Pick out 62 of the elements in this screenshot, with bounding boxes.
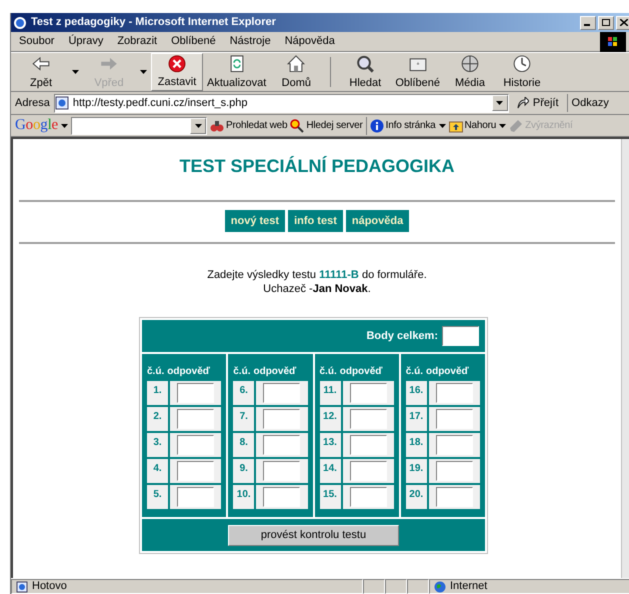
menu-item[interactable]: Oblíbené — [171, 33, 216, 50]
page-heading: TEST SPECIÁLNÍ PEDAGOGIKA — [179, 155, 455, 178]
toolbar-button[interactable]: Historie — [496, 53, 548, 91]
column-header: č.ú. — [406, 365, 423, 379]
column-header: č.ú. — [233, 365, 250, 379]
column-header: č.ú. — [147, 365, 164, 379]
question-number: 19. — [406, 459, 427, 483]
google-logo: Google — [15, 118, 58, 133]
menu-item[interactable]: Nástroje — [230, 33, 271, 50]
column-header: odpověď — [340, 365, 382, 379]
question-number: 8. — [233, 433, 254, 457]
question-number: 11. — [320, 381, 340, 405]
question-number: 10. — [233, 485, 254, 509]
column-header: odpověď — [253, 365, 296, 379]
question-number: 20. — [406, 485, 427, 509]
toolbar-button[interactable]: Oblíbené — [391, 53, 444, 91]
address-field[interactable]: http://testy.pedf.cuni.cz/insert_s.php — [54, 94, 509, 112]
toolbar-button[interactable]: Zastavit — [151, 53, 203, 91]
column-header: odpověď — [426, 365, 469, 379]
window-title: Test z pedagogiky - Microsoft Internet Explorer — [31, 15, 276, 30]
menu-item[interactable]: Úpravy — [68, 33, 104, 50]
intro-text: Uchazeč -Jan Novak. — [263, 282, 371, 296]
column-header: č.ú. — [320, 365, 337, 379]
zone-text: Internet — [450, 579, 488, 594]
column-header: odpověď — [167, 365, 210, 379]
question-number: 3. — [147, 433, 168, 457]
status-text: Hotovo — [32, 579, 67, 594]
toolbar-button[interactable]: Domů — [270, 53, 322, 91]
toolbar-button[interactable]: Nahoru — [448, 118, 496, 133]
address-label: Adresa — [15, 96, 50, 111]
toolbar-button[interactable]: Aktualizovat — [203, 53, 270, 91]
menu-item[interactable]: Nápověda — [284, 33, 335, 50]
toolbar-button[interactable]: Zpět — [15, 53, 67, 91]
go-button[interactable]: Přejít — [512, 94, 563, 112]
menu-item[interactable]: Zobrazit — [117, 33, 158, 50]
nav-button[interactable]: nápověda — [346, 210, 410, 232]
menu-item[interactable]: Soubor — [19, 33, 54, 50]
question-number: 14. — [320, 459, 340, 483]
toolbar-button[interactable]: Média — [444, 53, 496, 91]
question-number: 17. — [406, 407, 427, 431]
question-number: 6. — [233, 381, 254, 405]
toolbar-button[interactable]: Prohledat web — [210, 118, 288, 133]
question-number: 15. — [320, 485, 340, 509]
toolbar-button[interactable]: Hledat — [339, 53, 392, 91]
links-label[interactable]: Odkazy — [572, 94, 609, 112]
nav-button[interactable]: nový test — [224, 210, 286, 232]
submit-button[interactable]: provést kontrolu testu — [228, 524, 399, 546]
total-label: Body celkem: — [366, 328, 438, 344]
question-number: 16. — [406, 381, 427, 405]
intro-text: Zadejte výsledky testu 11111-B do formuláře. — [207, 268, 427, 282]
question-number: 13. — [320, 433, 340, 457]
question-number: 18. — [406, 433, 427, 457]
question-number: 4. — [147, 459, 168, 483]
question-number: 5. — [147, 485, 168, 509]
nav-button[interactable]: info test — [288, 210, 343, 232]
question-number: 12. — [320, 407, 340, 431]
toolbar-button[interactable]: Hledej server — [290, 118, 363, 133]
question-number: 7. — [233, 407, 254, 431]
question-number: 9. — [233, 459, 254, 483]
toolbar-button[interactable]: Info stránka — [370, 118, 436, 133]
question-number: 1. — [147, 381, 168, 405]
question-number: 2. — [147, 407, 168, 431]
